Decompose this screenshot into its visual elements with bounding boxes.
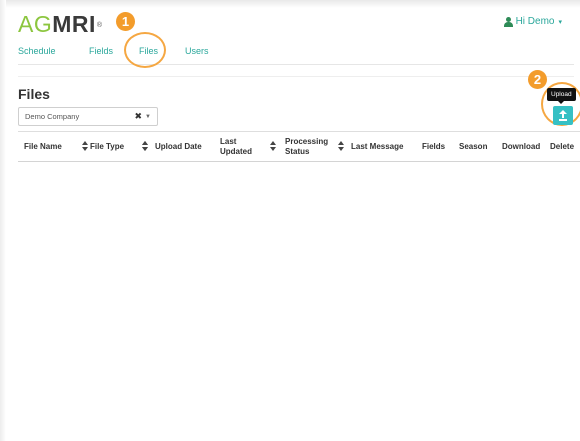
- column-file-name[interactable]: File Name: [24, 132, 88, 162]
- column-fields: Fields: [422, 132, 456, 162]
- column-label: Upload Date: [155, 142, 202, 151]
- sort-icon: [270, 141, 276, 153]
- user-menu[interactable]: Hi Demo ▾: [503, 16, 562, 27]
- column-upload-date[interactable]: Upload Date: [142, 132, 222, 162]
- agmri-logo[interactable]: AGMRI®: [18, 12, 103, 36]
- company-select-value: Demo Company: [25, 112, 80, 121]
- sort-icon: [338, 141, 344, 153]
- app-frame: AGMRI® Hi Demo ▾ Schedule Fields Files U…: [0, 0, 580, 441]
- tab-schedule[interactable]: Schedule: [18, 44, 89, 58]
- upload-icon: [559, 110, 567, 121]
- nav-divider: [18, 64, 574, 65]
- callout-ring-files: [124, 32, 166, 68]
- column-label: File Type: [90, 142, 125, 151]
- upload-button[interactable]: [553, 106, 573, 125]
- column-label: Delete: [550, 142, 575, 151]
- files-table-body: [18, 163, 574, 433]
- files-table-header: File Name File Type Upload Date Last Upd…: [18, 131, 580, 162]
- window-shadow-left: [0, 0, 6, 441]
- column-label: Season: [459, 142, 488, 151]
- logo-ag: AG: [18, 11, 53, 37]
- logo-registered-mark: ®: [96, 22, 103, 29]
- company-select[interactable]: Demo Company ✖ ▼: [18, 107, 158, 126]
- clear-x-icon[interactable]: ✖: [135, 111, 143, 122]
- window-shadow-top: [0, 0, 580, 8]
- content-divider: [18, 76, 574, 77]
- page-title: Files: [18, 86, 50, 102]
- main-nav: Schedule Fields Files Users: [18, 44, 209, 58]
- caret-down-icon[interactable]: ▼: [145, 114, 151, 120]
- column-last-message: Last Message: [351, 132, 421, 162]
- callout-badge-2: 2: [528, 70, 547, 89]
- column-label: File Name: [24, 142, 62, 151]
- tab-users[interactable]: Users: [185, 44, 209, 58]
- sort-icon: [82, 141, 88, 153]
- column-download: Download: [502, 132, 548, 162]
- column-file-type[interactable]: File Type: [90, 132, 148, 162]
- column-label: Last Message: [351, 142, 404, 151]
- column-last-updated[interactable]: Last Updated: [220, 132, 276, 162]
- column-season: Season: [459, 132, 499, 162]
- column-label: Processing Status: [285, 137, 329, 156]
- sort-icon: [142, 141, 148, 153]
- user-menu-label: Hi Demo: [515, 16, 555, 27]
- user-icon: [503, 16, 513, 27]
- column-label: Download: [502, 142, 541, 151]
- column-processing-status[interactable]: Processing Status: [285, 132, 359, 162]
- upload-tooltip: Upload: [547, 88, 576, 104]
- caret-down-icon: ▾: [558, 18, 562, 26]
- callout-badge-1: 1: [116, 12, 135, 31]
- column-label: Fields: [422, 142, 446, 151]
- logo-mri: MRI: [52, 11, 96, 37]
- column-label: Last Updated: [220, 137, 252, 156]
- column-delete: Delete: [550, 132, 580, 162]
